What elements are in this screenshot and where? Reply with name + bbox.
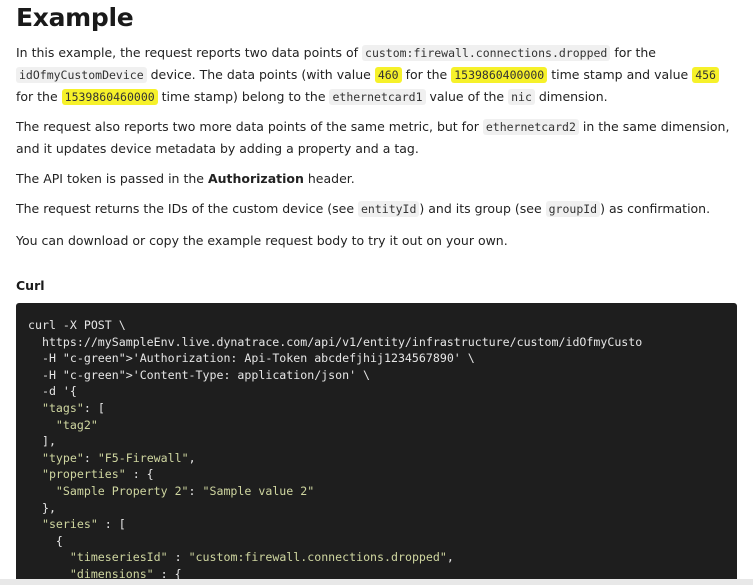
code-line: "tag2" [55,417,98,432]
metric-code: custom:firewall.connections.dropped [362,45,611,61]
dimension-value-code: ethernetcard1 [329,89,426,105]
value-highlight: 456 [692,67,719,83]
code-line: https://mySampleEnv.live.dynatrace.com/a… [28,334,643,349]
dimension-value-code: ethernetcard2 [482,119,579,135]
timestamp-highlight: 1539860400000 [451,67,548,83]
entity-id-code: entityId [358,201,420,217]
paragraph-download: You can download or copy the example req… [16,233,508,248]
text: for the [401,67,452,82]
text: ) and its group (see [419,201,546,216]
text: time stamp and value [547,67,693,82]
code-line: "Sample Property 2": "Sample value 2" [55,483,315,498]
horizontal-scrollbar[interactable] [0,579,753,585]
code-line: "properties" : { [41,467,154,482]
device-code: idOfmyCustomDevice [16,67,147,83]
text: The request also reports two more data p… [16,119,483,134]
text: device. The data points (with value [146,67,375,82]
code-content: curl -X POST \ https://mySampleEnv.live.… [16,303,737,583]
code-line: "type": "F5-Firewall", [41,450,196,465]
text: time stamp) belong to the [157,89,330,104]
code-line: curl -X POST \ [28,318,126,332]
value-highlight: 460 [374,67,402,83]
paragraph-data-points: In this example, the request reports two… [16,42,731,108]
paragraph-api-token: The API token is passed in the Authoriza… [16,168,731,189]
timestamp-highlight: 1539860460000 [61,89,158,105]
text: ) as confirmation. [600,201,711,216]
paragraph-returns: The request returns the IDs of the custo… [16,198,731,220]
code-line: "timeseriesId" : "custom:firewall.connec… [69,550,454,565]
code-line: -H "c-green">'Content-Type: application/… [28,367,371,382]
code-line: { [28,533,63,548]
text: The request returns the IDs of the custo… [16,201,358,216]
code-line: "series" : [ [41,517,126,532]
code-line: ], [28,434,56,449]
group-id-code: groupId [545,201,601,217]
code-block[interactable]: curl -X POST \ https://mySampleEnv.live.… [16,303,737,585]
dimension-code: nic [508,89,535,105]
text: value of the [425,89,509,104]
text: header. [303,171,355,186]
paragraph-more-points: The request also reports two more data p… [16,116,731,159]
text: In this example, the request reports two… [16,45,363,60]
text: The API token is passed in the [16,171,208,186]
page-title: Example [16,3,134,32]
code-line: -H "c-green">'Authorization: Api-Token a… [28,351,475,366]
code-section-title: Curl [16,278,45,293]
code-line: "tags": [ [41,400,105,415]
code-line: }, [28,500,56,515]
text: dimension. [534,89,608,104]
bold-text: Authorization [207,171,304,186]
text: for the [16,89,62,104]
code-line: -d '{ [28,384,77,399]
text: for the [610,45,656,60]
